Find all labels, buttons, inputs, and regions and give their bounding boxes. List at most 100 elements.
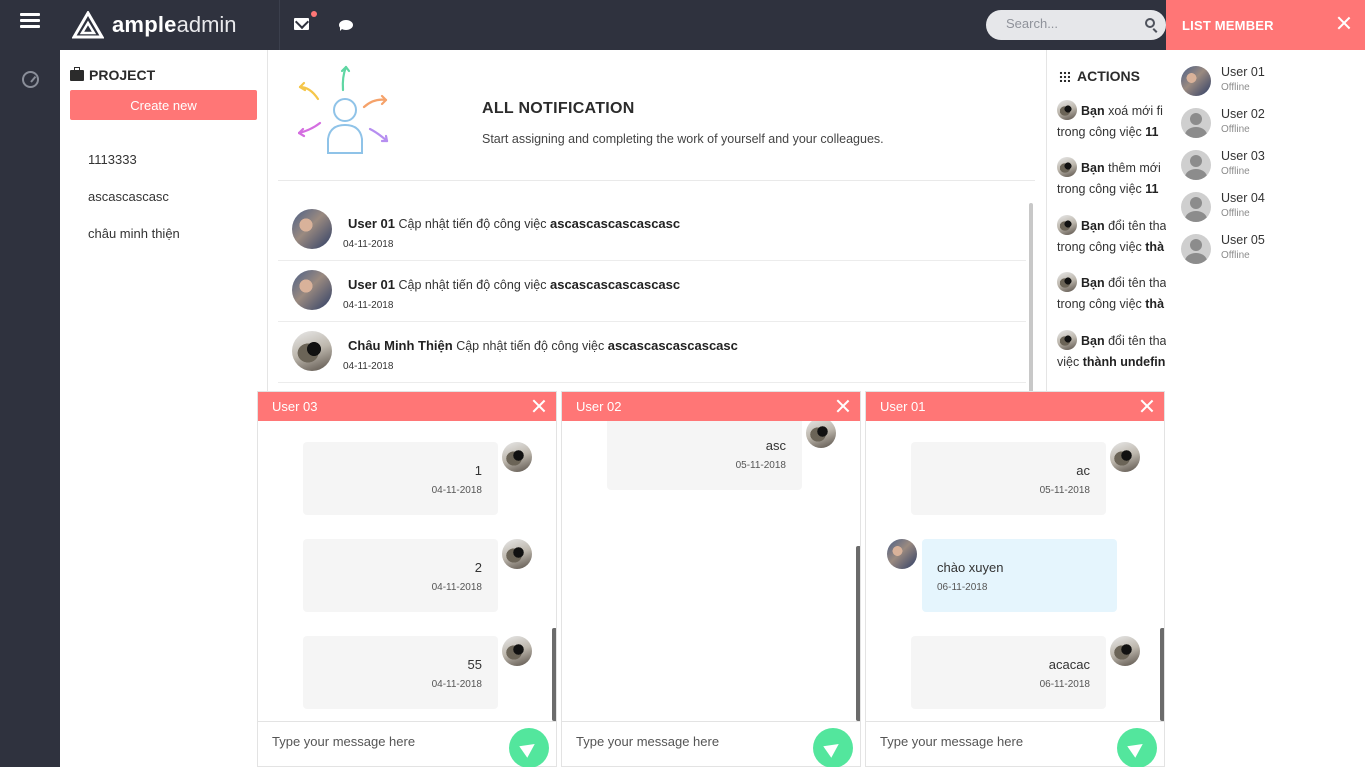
project-item[interactable]: châu minh thiện bbox=[88, 226, 180, 263]
close-icon[interactable] bbox=[1140, 399, 1154, 413]
notification-user: User 01 bbox=[348, 277, 395, 292]
message-date: 04-11-2018 bbox=[431, 679, 482, 690]
actions-title: ACTIONS bbox=[1077, 68, 1140, 84]
action-item: Bạn đổi tên tha trong công việc thà bbox=[1057, 272, 1166, 315]
member-status: Offline bbox=[1221, 166, 1250, 177]
mail-notification-dot bbox=[311, 11, 317, 17]
project-heading: PROJECT bbox=[70, 66, 156, 83]
action-item: Bạn đổi tên tha trong công việc thà bbox=[1057, 215, 1166, 258]
action-actor: Bạn bbox=[1081, 104, 1105, 118]
project-item[interactable]: ascascascasc bbox=[88, 189, 180, 226]
send-button[interactable] bbox=[509, 728, 549, 767]
close-icon[interactable] bbox=[1337, 16, 1351, 30]
app-logo[interactable]: ample admin bbox=[72, 10, 237, 40]
action-line: đổi tên tha bbox=[1108, 276, 1166, 290]
action-actor: Bạn bbox=[1081, 276, 1105, 290]
avatar bbox=[1057, 272, 1077, 292]
member-item[interactable]: User 01 Offline bbox=[1181, 65, 1351, 105]
grid-icon bbox=[1059, 70, 1070, 82]
brand-bold: ample bbox=[112, 12, 177, 37]
actions-heading: ACTIONS bbox=[1059, 68, 1140, 84]
close-icon[interactable] bbox=[532, 399, 546, 413]
action-target: thà bbox=[1145, 297, 1165, 311]
chat-window: User 01 ac 05-11-2018 chào xuyen 06-11-2… bbox=[865, 391, 1165, 767]
avatar bbox=[1057, 100, 1077, 120]
send-button[interactable] bbox=[1117, 728, 1157, 767]
notification-text: User 01 Cập nhật tiến độ công việc ascas… bbox=[348, 277, 680, 292]
member-status: Offline bbox=[1221, 250, 1250, 261]
search-input[interactable] bbox=[1006, 16, 1136, 31]
send-button[interactable] bbox=[813, 728, 853, 767]
notification-item[interactable]: Châu Minh Thiện Cập nhật tiến độ công vi… bbox=[278, 322, 1026, 383]
message-text: 1 bbox=[474, 463, 482, 478]
member-item[interactable]: User 04 Offline bbox=[1181, 191, 1351, 231]
project-item[interactable]: 1113333 bbox=[88, 152, 180, 189]
action-target: 11 bbox=[1145, 182, 1159, 196]
avatar bbox=[502, 539, 532, 569]
chat-scrollbar[interactable] bbox=[1160, 628, 1164, 721]
left-icon-bar bbox=[0, 0, 60, 767]
message-date: 04-11-2018 bbox=[431, 582, 482, 593]
menu-icon[interactable] bbox=[20, 13, 40, 29]
chat-scrollbar[interactable] bbox=[552, 628, 556, 721]
member-item[interactable]: User 03 Offline bbox=[1181, 149, 1351, 189]
chat-window: User 03 1 04-11-2018 2 04-11-2018 55 04-… bbox=[257, 391, 557, 767]
notification-list: User 01 Cập nhật tiến độ công việc ascas… bbox=[278, 200, 1026, 383]
chat-header: User 02 bbox=[562, 392, 860, 421]
member-item[interactable]: User 05 Offline bbox=[1181, 233, 1351, 273]
action-item: Bạn đổi tên tha việc thành undefin bbox=[1057, 330, 1166, 373]
message-input[interactable] bbox=[272, 734, 492, 749]
chat-scrollbar[interactable] bbox=[856, 546, 860, 721]
chat-icon[interactable] bbox=[339, 20, 353, 31]
member-name: User 02 bbox=[1221, 107, 1265, 121]
message-text: 55 bbox=[467, 657, 482, 672]
create-new-button[interactable]: Create new bbox=[70, 90, 257, 120]
message-text: acacac bbox=[1048, 657, 1090, 672]
notification-action: Cập nhật tiến độ công việc bbox=[398, 217, 547, 231]
message-date: 05-11-2018 bbox=[1039, 485, 1090, 496]
notification-text: User 01 Cập nhật tiến độ công việc ascas… bbox=[348, 216, 680, 231]
avatar bbox=[1057, 215, 1077, 235]
notification-date: 04-11-2018 bbox=[343, 300, 394, 311]
avatar bbox=[1181, 150, 1211, 180]
dashboard-icon[interactable] bbox=[22, 71, 39, 88]
member-list-title: LIST MEMBER bbox=[1182, 18, 1274, 33]
message-text: chào xuyen bbox=[937, 560, 1004, 575]
avatar bbox=[502, 636, 532, 666]
people-network-icon bbox=[298, 65, 389, 154]
mail-icon[interactable] bbox=[294, 18, 309, 30]
avatar bbox=[1181, 108, 1211, 138]
brand-light: admin bbox=[176, 12, 237, 37]
message-input[interactable] bbox=[880, 734, 1100, 749]
action-line: trong công việc bbox=[1057, 297, 1142, 311]
action-target: 11 bbox=[1145, 125, 1159, 139]
chat-message: asc 05-11-2018 bbox=[607, 421, 802, 490]
avatar bbox=[1181, 192, 1211, 222]
action-actor: Bạn bbox=[1081, 334, 1105, 348]
member-item[interactable]: User 02 Offline bbox=[1181, 107, 1351, 147]
project-title: PROJECT bbox=[89, 67, 156, 83]
avatar bbox=[292, 331, 332, 371]
chat-message: 1 04-11-2018 bbox=[303, 442, 498, 515]
action-line: xoá mới fi bbox=[1108, 104, 1163, 118]
notification-item[interactable]: User 01 Cập nhật tiến độ công việc ascas… bbox=[278, 261, 1026, 322]
message-date: 06-11-2018 bbox=[1039, 679, 1090, 690]
message-input[interactable] bbox=[576, 734, 796, 749]
notification-target: ascascascascascasc bbox=[549, 216, 681, 231]
member-list-panel: LIST MEMBER User 01 Offline User 02 Offl… bbox=[1166, 0, 1365, 767]
chat-message: acacac 06-11-2018 bbox=[911, 636, 1106, 709]
notification-scrollbar[interactable] bbox=[1029, 203, 1033, 403]
chat-header: User 03 bbox=[258, 392, 556, 421]
member-status: Offline bbox=[1221, 124, 1250, 135]
notification-action: Cập nhật tiến độ công việc bbox=[456, 339, 605, 353]
close-icon[interactable] bbox=[836, 399, 850, 413]
notification-subtitle: Start assigning and completing the work … bbox=[482, 132, 884, 146]
avatar bbox=[502, 442, 532, 472]
search-icon[interactable] bbox=[1145, 18, 1155, 28]
message-date: 05-11-2018 bbox=[735, 460, 786, 471]
chat-messages: 1 04-11-2018 2 04-11-2018 55 04-11-2018 bbox=[258, 421, 556, 721]
avatar bbox=[292, 209, 332, 249]
notification-item[interactable]: User 01 Cập nhật tiến độ công việc ascas… bbox=[278, 200, 1026, 261]
member-name: User 01 bbox=[1221, 65, 1265, 79]
member-status: Offline bbox=[1221, 82, 1250, 93]
